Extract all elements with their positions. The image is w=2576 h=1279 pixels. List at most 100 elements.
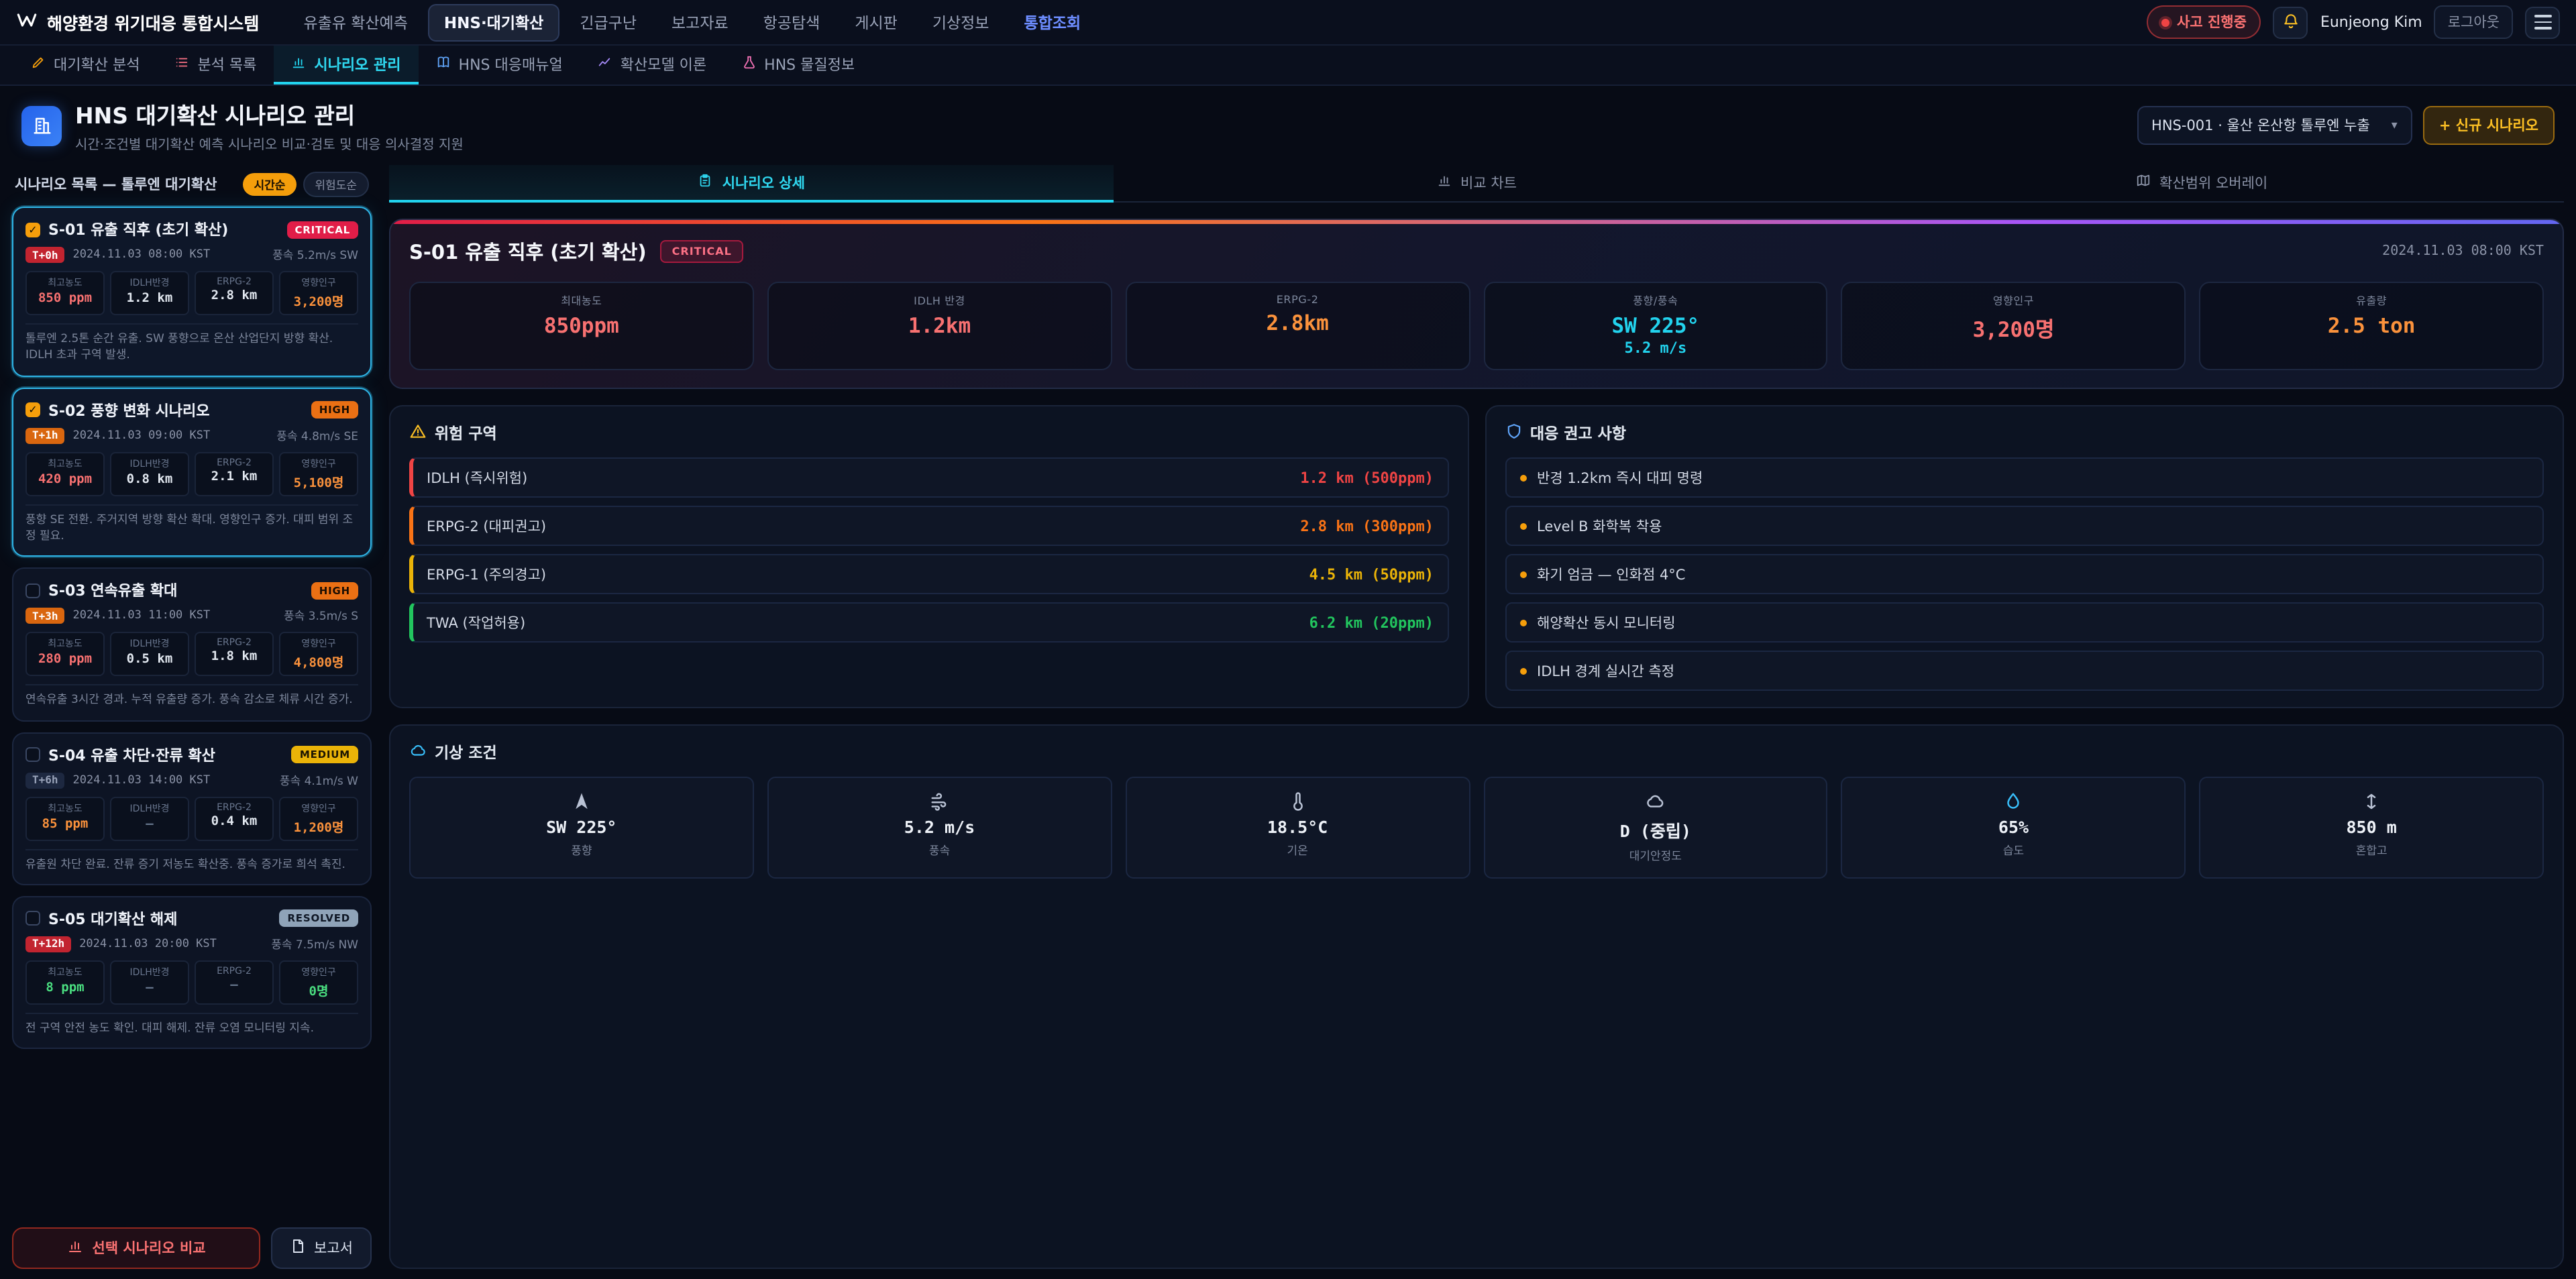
scenario-checkbox[interactable] <box>25 747 40 762</box>
weather-value: D (중립) <box>1495 817 1816 842</box>
metric-label: 최고농도 <box>32 801 98 815</box>
recommendation-text: Level B 화학복 착용 <box>1537 516 1662 536</box>
nav-item-hns-dispersion[interactable]: HNS·대기확산 <box>428 3 559 41</box>
nav-item-board[interactable]: 게시판 <box>840 5 912 40</box>
wind-direction-icon <box>572 791 592 812</box>
page-header: HNS 대기확산 시나리오 관리 시간·조건별 대기확산 예측 시나리오 비교·… <box>0 86 2576 162</box>
scenario-checkbox[interactable] <box>25 583 40 598</box>
metric-value: 1.8 km <box>201 650 267 665</box>
chevron-down-icon: ▾ <box>2392 119 2398 132</box>
zone-value: 1.2 km (500ppm) <box>1300 469 1434 486</box>
building-icon <box>21 105 62 146</box>
metric-label: 영향인구 <box>1856 294 2171 309</box>
tab-dispersion-overlay[interactable]: 확산범위 오버레이 <box>1839 165 2564 203</box>
detail-metric: 유출량 2.5 ton <box>2199 282 2544 370</box>
incident-select[interactable]: HNS-001 · 울산 온산항 톨루엔 누출 ▾ <box>2137 106 2412 145</box>
scenario-metrics: 최고농도 85 ppm IDLH반경 — ERPG-2 0.4 km 영향인구 … <box>25 796 358 840</box>
weather-value: 18.5°C <box>1137 817 1458 837</box>
wing-logo-icon <box>16 9 38 35</box>
detail-metrics: 최대농도 850ppm IDLH 반경 1.2km ERPG-2 2.8km 풍… <box>409 282 2544 370</box>
severity-badge: CRITICAL <box>286 221 358 238</box>
logout-button[interactable]: 로그아웃 <box>2434 5 2513 39</box>
scenario-timestamp: 2024.11.03 11:00 KST <box>73 610 211 623</box>
tab-compare-chart[interactable]: 비교 차트 <box>1114 165 1839 203</box>
trend-icon <box>598 54 612 73</box>
recommendation-row: 반경 1.2km 즉시 대피 명령 <box>1505 457 2544 498</box>
danger-zone-row: TWA (작업허용) 6.2 km (20ppm) <box>409 602 1448 643</box>
compare-scenarios-button[interactable]: 선택 시나리오 비교 <box>12 1227 260 1268</box>
weather-value: 850 m <box>2211 817 2532 837</box>
scenario-metric: 영향인구 4,800명 <box>279 632 358 677</box>
danger-zone-row: ERPG-2 (대피권고) 2.8 km (300ppm) <box>409 506 1448 546</box>
main-nav: 유출유 확산예측 HNS·대기확산 긴급구난 보고자료 항공탐색 게시판 기상정… <box>288 3 1095 41</box>
metric-label: 최고농도 <box>32 276 98 290</box>
zone-name: TWA (작업허용) <box>427 612 525 632</box>
tab-analysis-list[interactable]: 분석 목록 <box>157 46 274 85</box>
weather-value: SW 225° <box>421 817 742 837</box>
scenario-checkbox[interactable] <box>25 911 40 926</box>
scenario-card[interactable]: S-04 유출 차단·잔류 확산 MEDIUM T+6h 2024.11.03 … <box>12 732 372 885</box>
tab-model-theory[interactable]: 확산모델 이론 <box>580 46 724 85</box>
scenario-checkbox[interactable] <box>25 402 40 417</box>
time-offset-badge: T+3h <box>25 608 65 624</box>
scenario-card[interactable]: S-03 연속유출 확대 HIGH T+3h 2024.11.03 11:00 … <box>12 568 372 722</box>
humidity-icon <box>2003 791 2023 812</box>
nav-item-reports[interactable]: 보고자료 <box>657 5 743 40</box>
tab-scenario-detail[interactable]: 시나리오 상세 <box>389 165 1114 203</box>
tab-hns-manual[interactable]: HNS 대응매뉴얼 <box>419 46 580 85</box>
time-offset-badge: T+0h <box>25 247 65 263</box>
scenario-metric: ERPG-2 2.1 km <box>195 451 274 496</box>
detail-metric: 풍향/풍속 SW 225° 5.2 m/s <box>1483 282 1828 370</box>
scenario-wind: 풍속 7.5m/s NW <box>271 936 358 952</box>
scenario-card[interactable]: S-05 대기확산 해제 RESOLVED T+12h 2024.11.03 2… <box>12 896 372 1050</box>
tab-hns-substance-info[interactable]: HNS 물질정보 <box>724 46 872 85</box>
scenario-metrics: 최고농도 420 ppm IDLH반경 0.8 km ERPG-2 2.1 km… <box>25 451 358 496</box>
metric-value: 2.5 ton <box>2214 314 2529 338</box>
nav-item-integrated-search[interactable]: 통합조회 <box>1009 5 1095 40</box>
metric-value: 0.8 km <box>117 471 182 486</box>
menu-button[interactable] <box>2525 6 2560 38</box>
scenario-timestamp: 2024.11.03 08:00 KST <box>73 248 211 262</box>
scenario-metric: ERPG-2 0.4 km <box>195 796 274 840</box>
book-icon <box>436 54 451 73</box>
recommendation-row: 화기 엄금 — 인화점 4°C <box>1505 554 2544 594</box>
metric-value: 4,800명 <box>286 653 352 671</box>
danger-zone-row: ERPG-1 (주의경고) 4.5 km (50ppm) <box>409 554 1448 594</box>
tab-scenario-management[interactable]: 시나리오 관리 <box>274 46 418 85</box>
metric-value: 2.1 km <box>201 469 267 484</box>
scenario-metrics: 최고농도 280 ppm IDLH반경 0.5 km ERPG-2 1.8 km… <box>25 632 358 677</box>
scenario-card[interactable]: S-01 유출 직후 (초기 확산) CRITICAL T+0h 2024.11… <box>12 207 372 376</box>
detail-metric: IDLH 반경 1.2km <box>767 282 1112 370</box>
metric-label: IDLH반경 <box>117 457 182 470</box>
list-icon <box>174 54 189 73</box>
nav-item-oil-spill[interactable]: 유출유 확산예측 <box>288 5 422 40</box>
weather-label: 기온 <box>1137 842 1458 858</box>
zone-value: 4.5 km (50ppm) <box>1309 565 1434 583</box>
weather-label: 혼합고 <box>2211 842 2532 858</box>
nav-item-weather[interactable]: 기상정보 <box>918 5 1004 40</box>
metric-label: IDLH 반경 <box>782 294 1097 309</box>
page-title: HNS 대기확산 시나리오 관리 <box>75 98 464 130</box>
nav-item-aerial-search[interactable]: 항공탐색 <box>749 5 835 40</box>
recommendation-text: 화기 엄금 — 인화점 4°C <box>1537 564 1685 584</box>
metric-value: — <box>117 981 182 995</box>
sort-by-risk-button[interactable]: 위험도순 <box>303 172 369 197</box>
scenario-title: S-04 유출 차단·잔류 확산 <box>48 744 284 765</box>
metric-label: ERPG-2 <box>201 457 267 467</box>
scenario-wind: 풍속 5.2m/s SW <box>272 247 358 263</box>
notifications-button[interactable] <box>2273 6 2308 38</box>
scenario-sidebar: 시나리오 목록 — 톨루엔 대기확산 시간순 위험도순 S-01 유출 직후 (… <box>12 165 372 1268</box>
zone-name: ERPG-2 (대피권고) <box>427 516 546 536</box>
scenario-metric: 영향인구 0명 <box>279 960 358 1005</box>
zone-name: IDLH (즉시위험) <box>427 467 527 488</box>
metric-label: 영향인구 <box>286 638 352 651</box>
nav-item-rescue[interactable]: 긴급구난 <box>565 5 651 40</box>
new-scenario-button[interactable]: + 신규 시나리오 <box>2423 106 2555 145</box>
report-button[interactable]: 보고서 <box>271 1227 372 1268</box>
sort-by-time-button[interactable]: 시간순 <box>244 173 297 196</box>
scenario-card[interactable]: S-02 풍향 변화 시나리오 HIGH T+1h 2024.11.03 09:… <box>12 387 372 557</box>
scenario-metric: 영향인구 1,200명 <box>279 796 358 840</box>
scenario-checkbox[interactable] <box>25 222 40 237</box>
tab-analysis[interactable]: 대기확산 분석 <box>13 46 157 85</box>
scenario-metric: IDLH반경 0.5 km <box>110 632 189 677</box>
